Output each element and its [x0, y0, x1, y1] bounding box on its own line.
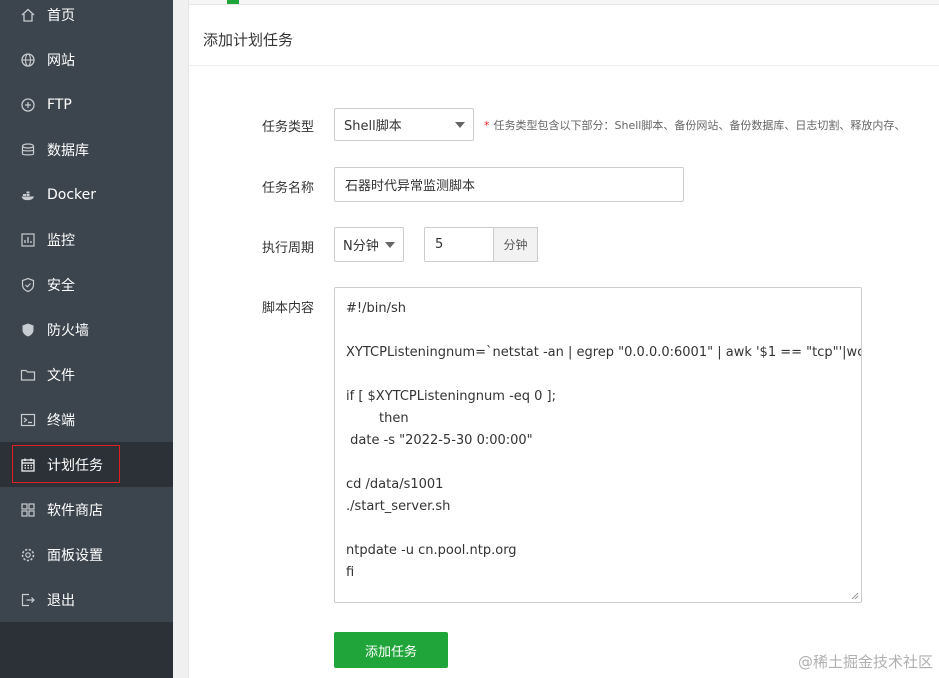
apps-icon [20, 502, 36, 518]
sidebar-item-docker[interactable]: Docker [0, 172, 173, 217]
resize-grip-icon[interactable] [851, 592, 859, 600]
sidebar-item-label: 监控 [47, 232, 75, 249]
cycle-type-select[interactable]: N分钟 [334, 227, 404, 262]
add-task-button[interactable]: 添加任务 [334, 632, 448, 668]
sidebar-item-website[interactable]: 网站 [0, 37, 173, 82]
required-star: * [484, 119, 490, 132]
home-icon [20, 7, 36, 23]
cycle-label: 执行周期 [261, 241, 314, 256]
script-line [346, 518, 850, 540]
sidebar-footer [0, 622, 173, 678]
sidebar-item-label: 安全 [47, 277, 75, 294]
firewall-icon [20, 322, 36, 338]
cycle-type-value: N分钟 [343, 239, 379, 254]
script-label: 脚本内容 [261, 301, 314, 316]
script-line [346, 452, 850, 474]
sidebar-item-label: 数据库 [47, 142, 89, 159]
sidebar-item-label: 面板设置 [47, 547, 103, 564]
task-type-hint: * 任务类型包含以下部分：Shell脚本、备份网站、备份数据库、日志切割、释放内存… [484, 117, 905, 133]
task-type-value: Shell脚本 [344, 119, 402, 134]
task-name-label: 任务名称 [261, 181, 314, 196]
sidebar-item-label: 退出 [47, 592, 75, 609]
script-content-textarea[interactable]: #!/bin/sh XYTCPListeningnum=`netstat -an… [334, 287, 862, 603]
script-line: #!/bin/sh [346, 301, 406, 316]
cycle-minutes-input[interactable] [424, 227, 494, 262]
script-line: ntpdate -u cn.pool.ntp.org [346, 543, 517, 558]
task-type-hint-text: 任务类型包含以下部分：Shell脚本、备份网站、备份数据库、日志切割、释放内存、 [493, 119, 906, 132]
database-icon [20, 142, 36, 158]
sidebar-item-security[interactable]: 安全 [0, 262, 173, 307]
active-tab-indicator [227, 0, 239, 4]
sidebar-item-label: 网站 [47, 52, 75, 69]
docker-icon [20, 187, 36, 203]
watermark: @稀土掘金技术社区 [797, 653, 933, 671]
task-type-select[interactable]: Shell脚本 [334, 108, 474, 141]
sidebar-item-label: 软件商店 [47, 502, 103, 519]
active-item-highlight [12, 445, 120, 483]
ftp-icon [20, 97, 36, 113]
sidebar-item-firewall[interactable]: 防火墙 [0, 307, 173, 352]
sidebar-item-logout[interactable]: 退出 [0, 577, 173, 622]
script-line: XYTCPListeningnum=`netstat -an | egrep "… [346, 345, 862, 360]
terminal-icon [20, 412, 36, 428]
top-tab-strip [189, 0, 939, 5]
script-line: date -s "2022-5-30 0:00:00" [346, 433, 533, 448]
script-line [346, 320, 850, 342]
globe-icon [20, 52, 36, 68]
logout-icon [20, 592, 36, 608]
chevron-down-icon [455, 122, 465, 128]
sidebar-item-database[interactable]: 数据库 [0, 127, 173, 172]
sidebar-item-label: 文件 [47, 367, 75, 384]
sidebar-item-label: 首页 [47, 7, 75, 24]
script-line: fi [346, 565, 355, 580]
add-cron-panel: 添加计划任务 任务类型 Shell脚本 * 任务类型包含以下部分：Shell脚本、… [188, 0, 939, 678]
script-line: if [ $XYTCPListeningnum -eq 0 ]; [346, 389, 557, 404]
folder-icon [20, 367, 36, 383]
sidebar-item-label: 防火墙 [47, 322, 89, 339]
sidebar-item-store[interactable]: 软件商店 [0, 487, 173, 532]
sidebar-item-terminal[interactable]: 终端 [0, 397, 173, 442]
task-type-label: 任务类型 [261, 120, 314, 135]
sidebar-item-label: Docker [47, 186, 97, 203]
script-line [346, 364, 850, 386]
gear-icon [20, 547, 36, 563]
page-title: 添加计划任务 [189, 14, 939, 66]
shield-icon [20, 277, 36, 293]
script-line: then [346, 411, 409, 426]
sidebar-item-monitor[interactable]: 监控 [0, 217, 173, 262]
script-line: cd /data/s1001 [346, 477, 444, 492]
task-name-input[interactable] [334, 167, 684, 202]
chevron-down-icon [385, 242, 395, 248]
sidebar-item-settings[interactable]: 面板设置 [0, 532, 173, 577]
sidebar-item-home[interactable]: 首页 [0, 0, 173, 37]
sidebar-item-label: FTP [47, 96, 72, 113]
monitor-icon [20, 232, 36, 248]
sidebar-item-label: 终端 [47, 412, 75, 429]
cycle-unit-addon: 分钟 [493, 227, 538, 262]
sidebar-item-files[interactable]: 文件 [0, 352, 173, 397]
sidebar-item-ftp[interactable]: FTP [0, 82, 173, 127]
script-line: ./start_server.sh [346, 499, 451, 514]
sidebar: 首页 网站 FTP 数据库 Docker 监控 安全 防火墙 文件 终端 计划任… [0, 0, 173, 678]
